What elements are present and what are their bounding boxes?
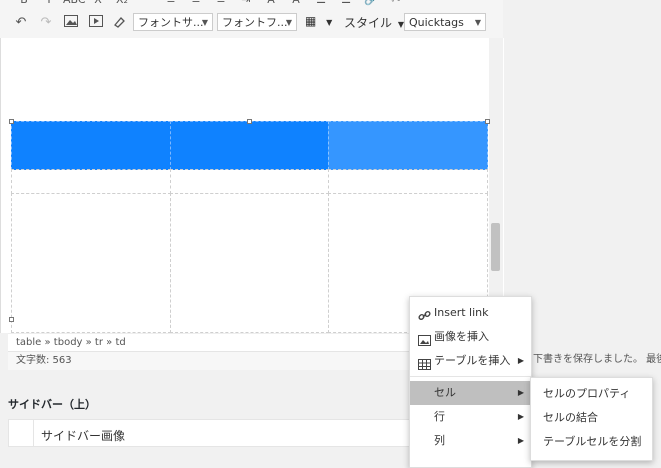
sidebar-image-row[interactable]: サイドバー画像 [8,419,418,447]
menu-item-label: 行 [434,410,445,423]
menu-item-label: テーブルを挿入 [434,354,511,367]
table-cell[interactable] [11,193,171,333]
table-cell-selected[interactable] [328,121,488,170]
chevron-right-icon: ▶ [517,412,524,421]
italic-icon[interactable]: I [40,0,58,8]
eraser-icon[interactable] [110,15,128,31]
table-cell[interactable] [11,169,171,194]
editor-scrollbar[interactable] [489,38,503,333]
context-menu: Insert link 画像を挿入 テーブルを挿入 ▶ セル ▶ 行 ▶ 列 ▶ [409,296,532,468]
numbered-list-icon[interactable]: ☰ [337,0,355,8]
font-size-value: フォントフ... [222,16,288,29]
image-icon [418,331,431,346]
menu-item-insert-link[interactable]: Insert link [410,301,531,325]
chevron-down-icon: ▼ [285,18,292,27]
menu-item-cell-properties[interactable]: セルのプロパティ [531,382,652,406]
table-cell[interactable] [170,169,329,194]
font-size-select[interactable]: フォントフ... ▼ [217,13,297,31]
font-family-select[interactable]: フォントサ... ▼ [133,13,213,31]
font-family-value: フォントサ... [138,16,204,29]
menu-item-row[interactable]: 行 ▶ [410,405,531,429]
link-icon [418,307,431,321]
style-dropdown[interactable]: スタイル ▼ [344,14,404,31]
menu-item-cell[interactable]: セル ▶ [410,381,531,405]
unlink-icon[interactable]: ✂ [387,0,405,8]
menu-item-label: 画像を挿入 [434,330,489,343]
bullet-list-icon[interactable]: ☰ [312,0,330,8]
menu-item-label: テーブルセルを分割 [543,435,642,448]
chevron-right-icon: ▶ [517,388,524,397]
insert-image-icon[interactable] [62,15,80,31]
sidebar-section-title: サイドバー（上） [8,398,96,411]
undo-icon[interactable]: ↶ [12,15,30,31]
chevron-down-icon: ▼ [474,18,481,27]
table-icon [418,355,431,370]
text-color-icon[interactable]: A [262,0,280,8]
align-left-icon[interactable]: ≡ [162,0,180,8]
subscript-icon[interactable]: X₂ [113,0,131,8]
menu-item-label: セルの結合 [543,411,598,424]
cell-submenu: セルのプロパティ セルの結合 テーブルセルを分割 [530,377,653,461]
chevron-right-icon: ▶ [517,436,524,445]
subscript-x-icon[interactable]: X [89,0,107,8]
menu-separator [410,376,531,377]
menu-item-label: 列 [434,434,445,447]
chevron-down-icon: ▼ [326,18,333,27]
text-background-icon[interactable]: A [287,0,305,8]
menu-item-merge-cells[interactable]: セルの結合 [531,406,652,430]
align-center-icon[interactable]: ≡ [187,0,205,8]
word-count: 文字数: 563 [8,351,419,370]
table-icon: ▦ [305,14,317,28]
menu-item-insert-table[interactable]: テーブルを挿入 ▶ [410,349,531,373]
table-resize-handle[interactable] [9,119,14,124]
menu-item-label: セル [434,386,456,399]
sidebar-image-label: サイドバー画像 [41,429,126,443]
element-path: table » tbody » tr » td [8,333,419,352]
menu-item-label: Insert link [434,306,489,319]
chevron-right-icon: ▶ [517,356,524,365]
menu-item-split-cell[interactable]: テーブルセルを分割 [531,430,652,454]
quicktags-value: Quicktags [409,16,464,29]
quicktags-select[interactable]: Quicktags ▼ [404,13,486,31]
menu-item-column[interactable]: 列 ▶ [410,429,531,453]
align-right-icon[interactable]: ≡ [212,0,230,8]
autosave-status: 下書きを保存しました。 最後の編 [533,354,661,365]
table-cell[interactable] [170,193,329,333]
redo-icon[interactable]: ↷ [37,15,55,31]
chevron-down-icon: ▼ [201,18,208,27]
editor-toolbar: BI ABCX X₂ ≡ ≡ ≡ ⇥ AA ☰ ☰ 🔗 ✂ ↶ ↷ フォントサ... ▼ フォントフ.… [0,0,503,39]
bold-icon[interactable]: B [15,0,33,8]
row-handle[interactable] [9,420,34,446]
menu-item-insert-image[interactable]: 画像を挿入 [410,325,531,349]
table-resize-handle[interactable] [9,317,14,322]
table-button[interactable]: ▦ ▼ [305,14,332,28]
table-cell[interactable] [328,169,488,194]
table-cell-selected[interactable] [170,121,329,170]
insert-media-icon[interactable] [87,15,105,31]
table-resize-handle[interactable] [247,119,252,124]
table-cell-selected[interactable] [11,121,171,170]
scrollbar-thumb[interactable] [491,223,500,271]
link-icon[interactable]: 🔗 [362,0,380,8]
menu-item-label: セルのプロパティ [543,387,631,400]
abc-strikethrough-icon[interactable]: ABC [63,0,86,8]
style-label: スタイル [344,16,393,30]
indent-icon[interactable]: ⇥ [237,0,255,8]
table-resize-handle[interactable] [485,119,490,124]
